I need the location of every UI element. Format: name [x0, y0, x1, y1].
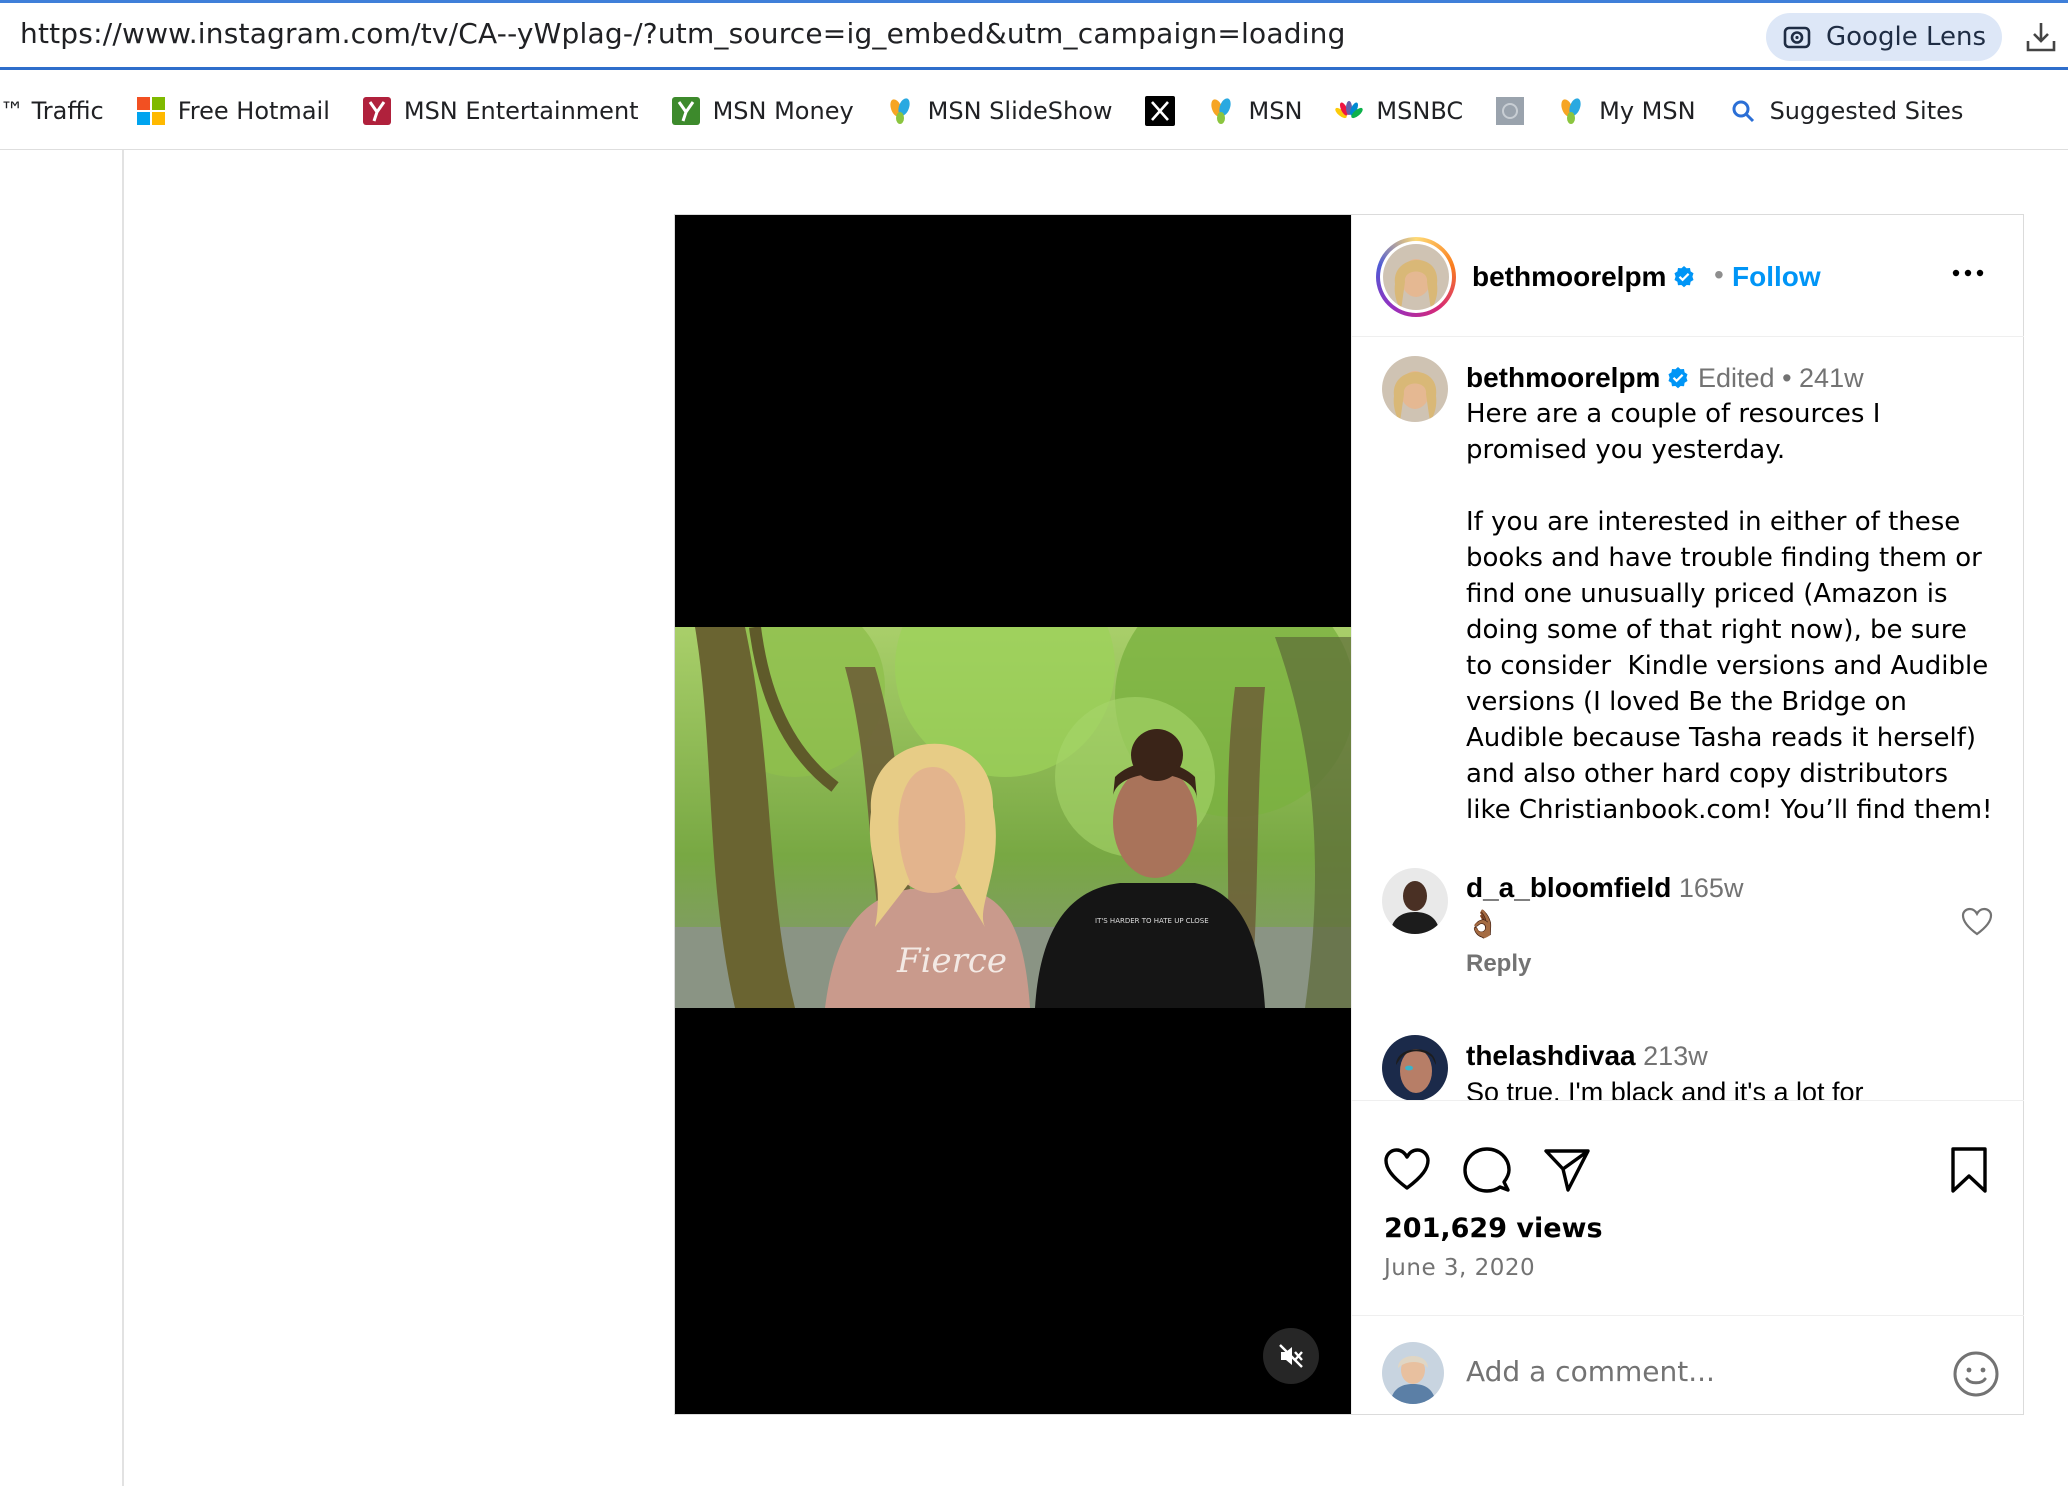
svg-text:Fierce: Fierce [896, 941, 1007, 981]
instagram-embed: Fierce IT'S HARDER TO HATE UP CLOSE beth… [674, 214, 2024, 1415]
verified-badge-icon [1674, 266, 1694, 288]
emoji-picker-icon[interactable] [1952, 1350, 2000, 1398]
reply-button[interactable]: Reply [1466, 950, 1531, 978]
save-bookmark-icon[interactable] [1944, 1145, 1994, 1195]
muted-speaker-icon [1279, 1344, 1303, 1368]
x-logo-icon [1144, 95, 1175, 126]
bookmark-label: Suggested Sites [1769, 96, 1964, 125]
caption-separator: • [1782, 363, 1792, 393]
bookmark-generic[interactable] [1495, 96, 1525, 126]
bookmark-msn-entertainment[interactable]: MSN Entertainment [362, 96, 639, 126]
video-still-image: Fierce IT'S HARDER TO HATE UP CLOSE [675, 627, 1351, 1008]
svg-text:IT'S HARDER TO HATE UP CLOSE: IT'S HARDER TO HATE UP CLOSE [1095, 917, 1209, 925]
bookmark-label: Free Hotmail [177, 96, 330, 125]
bookmark-msn-slideshow[interactable]: MSN SlideShow [886, 96, 1113, 126]
post-date[interactable]: June 3, 2020 [1384, 1255, 1535, 1281]
comment-age[interactable]: 213w [1643, 1041, 1708, 1071]
bookmark-label: MSN Entertainment [403, 96, 639, 125]
bookmark-label: MSN SlideShow [927, 96, 1113, 125]
author-username[interactable]: bethmoorelpm [1472, 261, 1696, 293]
like-heart-icon[interactable] [1382, 1145, 1432, 1195]
video-player[interactable]: Fierce IT'S HARDER TO HATE UP CLOSE [675, 215, 1351, 1414]
comments-list[interactable]: bethmoorelpm Edited • 241w Here are a co… [1352, 338, 2024, 1101]
caption-text: Here are a couple of resources I promise… [1466, 399, 1993, 825]
author-avatar[interactable] [1376, 237, 1456, 317]
google-lens-label: Google Lens [1826, 22, 1986, 52]
comment-age[interactable]: 165w [1679, 873, 1744, 903]
caption-header: bethmoorelpm Edited • 241w [1466, 360, 1996, 396]
commenter-avatar[interactable] [1382, 1035, 1448, 1100]
download-icon[interactable] [2024, 19, 2060, 55]
post-header: bethmoorelpm • Follow [1352, 215, 2024, 337]
add-comment-bar [1352, 1315, 2024, 1413]
verified-badge-icon [1668, 367, 1688, 389]
comment-item: thelashdivaa 213w So true. I'm black and… [1466, 1038, 1996, 1101]
msn-butterfly-icon [1561, 97, 1581, 124]
google-lens-button[interactable]: Google Lens [1766, 13, 2002, 61]
comment-text: So true. I'm black and it's a lot for [1466, 1077, 1864, 1101]
follow-button[interactable]: Follow [1732, 261, 1821, 293]
generic-page-icon [1496, 96, 1525, 125]
comment-username[interactable]: thelashdivaa [1466, 1040, 1636, 1071]
edited-label: Edited [1697, 363, 1775, 393]
bookmark-suggested-sites[interactable]: Suggested Sites [1728, 96, 1964, 126]
bookmark-traffic[interactable]: ™ Traffic [0, 97, 104, 125]
comment-bubble-icon[interactable] [1462, 1145, 1512, 1195]
address-bar[interactable]: https://www.instagram.com/tv/CA--yWplag-… [0, 0, 2068, 70]
caption-avatar[interactable] [1382, 356, 1448, 422]
video-frame: Fierce IT'S HARDER TO HATE UP CLOSE [675, 627, 1351, 1008]
post-actions: 201,629 views June 3, 2020 [1352, 1101, 2024, 1414]
bookmarks-bar: ™ Traffic Free Hotmail MSN Entertainment… [0, 72, 2068, 150]
search-icon [1732, 100, 1754, 122]
mute-toggle-button[interactable] [1263, 1328, 1319, 1384]
bookmark-my-msn[interactable]: My MSN [1557, 96, 1696, 126]
bookmark-msn[interactable]: MSN [1207, 96, 1303, 126]
windows-logo-icon [136, 96, 165, 125]
msn-y-icon [362, 96, 391, 125]
bookmark-msnbc[interactable]: MSNBC [1334, 96, 1463, 126]
more-options-icon[interactable] [1948, 263, 1988, 283]
comment-item: d_a_bloomfield 165w 👌🏾 [1466, 870, 1996, 942]
bookmark-label: MSNBC [1376, 96, 1464, 125]
msn-money-icon [671, 96, 700, 125]
view-count[interactable]: 201,629 views [1384, 1213, 1603, 1244]
caption-username[interactable]: bethmoorelpm [1466, 362, 1660, 393]
page-left-rule [122, 150, 124, 1486]
peacock-icon [1335, 100, 1364, 118]
header-separator-dot: • [1714, 259, 1724, 290]
camera-lens-icon [1783, 26, 1811, 49]
post-side-panel: bethmoorelpm • Follow bethmoorelpm Edite… [1351, 215, 2024, 1414]
share-send-icon[interactable] [1542, 1145, 1592, 1195]
caption: bethmoorelpm Edited • 241w Here are a co… [1466, 360, 1996, 828]
author-username-text[interactable]: bethmoorelpm [1472, 261, 1666, 292]
bookmark-label: MSN [1248, 96, 1303, 125]
comment-input[interactable] [1466, 1346, 1906, 1396]
bookmark-label: MSN Money [712, 96, 854, 125]
bookmark-label: My MSN [1599, 96, 1696, 125]
caption-age[interactable]: 241w [1799, 363, 1864, 393]
msn-butterfly-icon [890, 97, 910, 124]
url-text[interactable]: https://www.instagram.com/tv/CA--yWplag-… [20, 17, 1346, 50]
current-user-avatar [1382, 1342, 1444, 1404]
comment-text: 👌🏾 [1466, 909, 1500, 939]
bookmark-x[interactable] [1144, 95, 1175, 126]
bookmark-msn-money[interactable]: MSN Money [671, 96, 854, 126]
comment-username[interactable]: d_a_bloomfield [1466, 872, 1671, 903]
like-comment-heart-icon[interactable] [1960, 905, 1994, 939]
commenter-avatar[interactable] [1382, 868, 1448, 934]
bookmark-free-hotmail[interactable]: Free Hotmail [136, 96, 330, 126]
msn-butterfly-icon [1210, 97, 1231, 124]
bookmark-label: ™ Traffic [0, 96, 104, 125]
